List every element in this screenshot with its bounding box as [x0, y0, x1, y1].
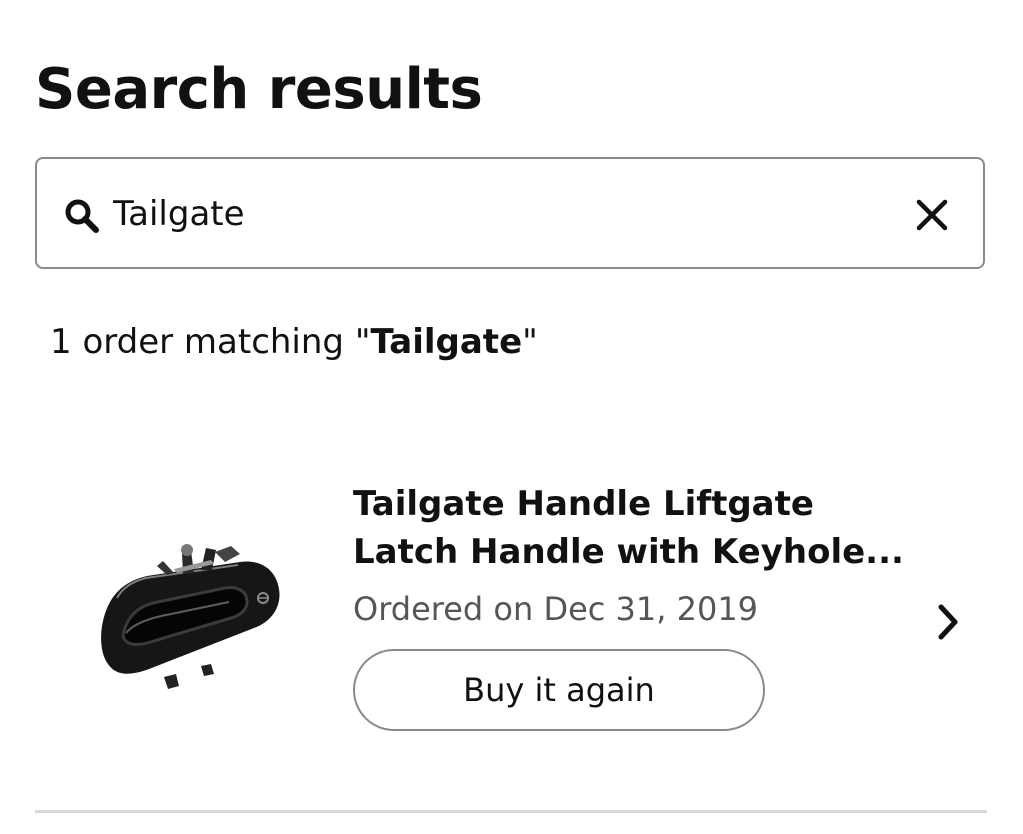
order-row[interactable]: Tailgate Handle Liftgate Latch Handle wi…	[35, 450, 985, 780]
result-query: Tailgate	[370, 322, 523, 362]
search-box[interactable]	[35, 157, 985, 269]
search-input[interactable]	[113, 191, 873, 237]
order-divider	[35, 810, 987, 813]
search-icon	[65, 199, 99, 233]
product-title[interactable]: Tailgate Handle Liftgate Latch Handle wi…	[353, 480, 933, 576]
page-title: Search results	[35, 57, 483, 122]
result-count: 1 order matching "Tailgate"	[50, 322, 538, 363]
tailgate-handle-product-image[interactable]	[95, 540, 285, 690]
result-count-prefix: 1 order matching "	[50, 322, 371, 362]
order-date: Ordered on Dec 31, 2019	[353, 590, 759, 628]
product-title-line-2: Latch Handle with Keyhole...	[353, 532, 904, 572]
close-icon[interactable]	[913, 196, 951, 234]
buy-it-again-button[interactable]: Buy it again	[353, 649, 765, 731]
result-count-suffix: "	[522, 322, 538, 362]
product-title-line-1: Tailgate Handle Liftgate	[353, 484, 814, 524]
chevron-right-icon[interactable]	[935, 602, 963, 642]
